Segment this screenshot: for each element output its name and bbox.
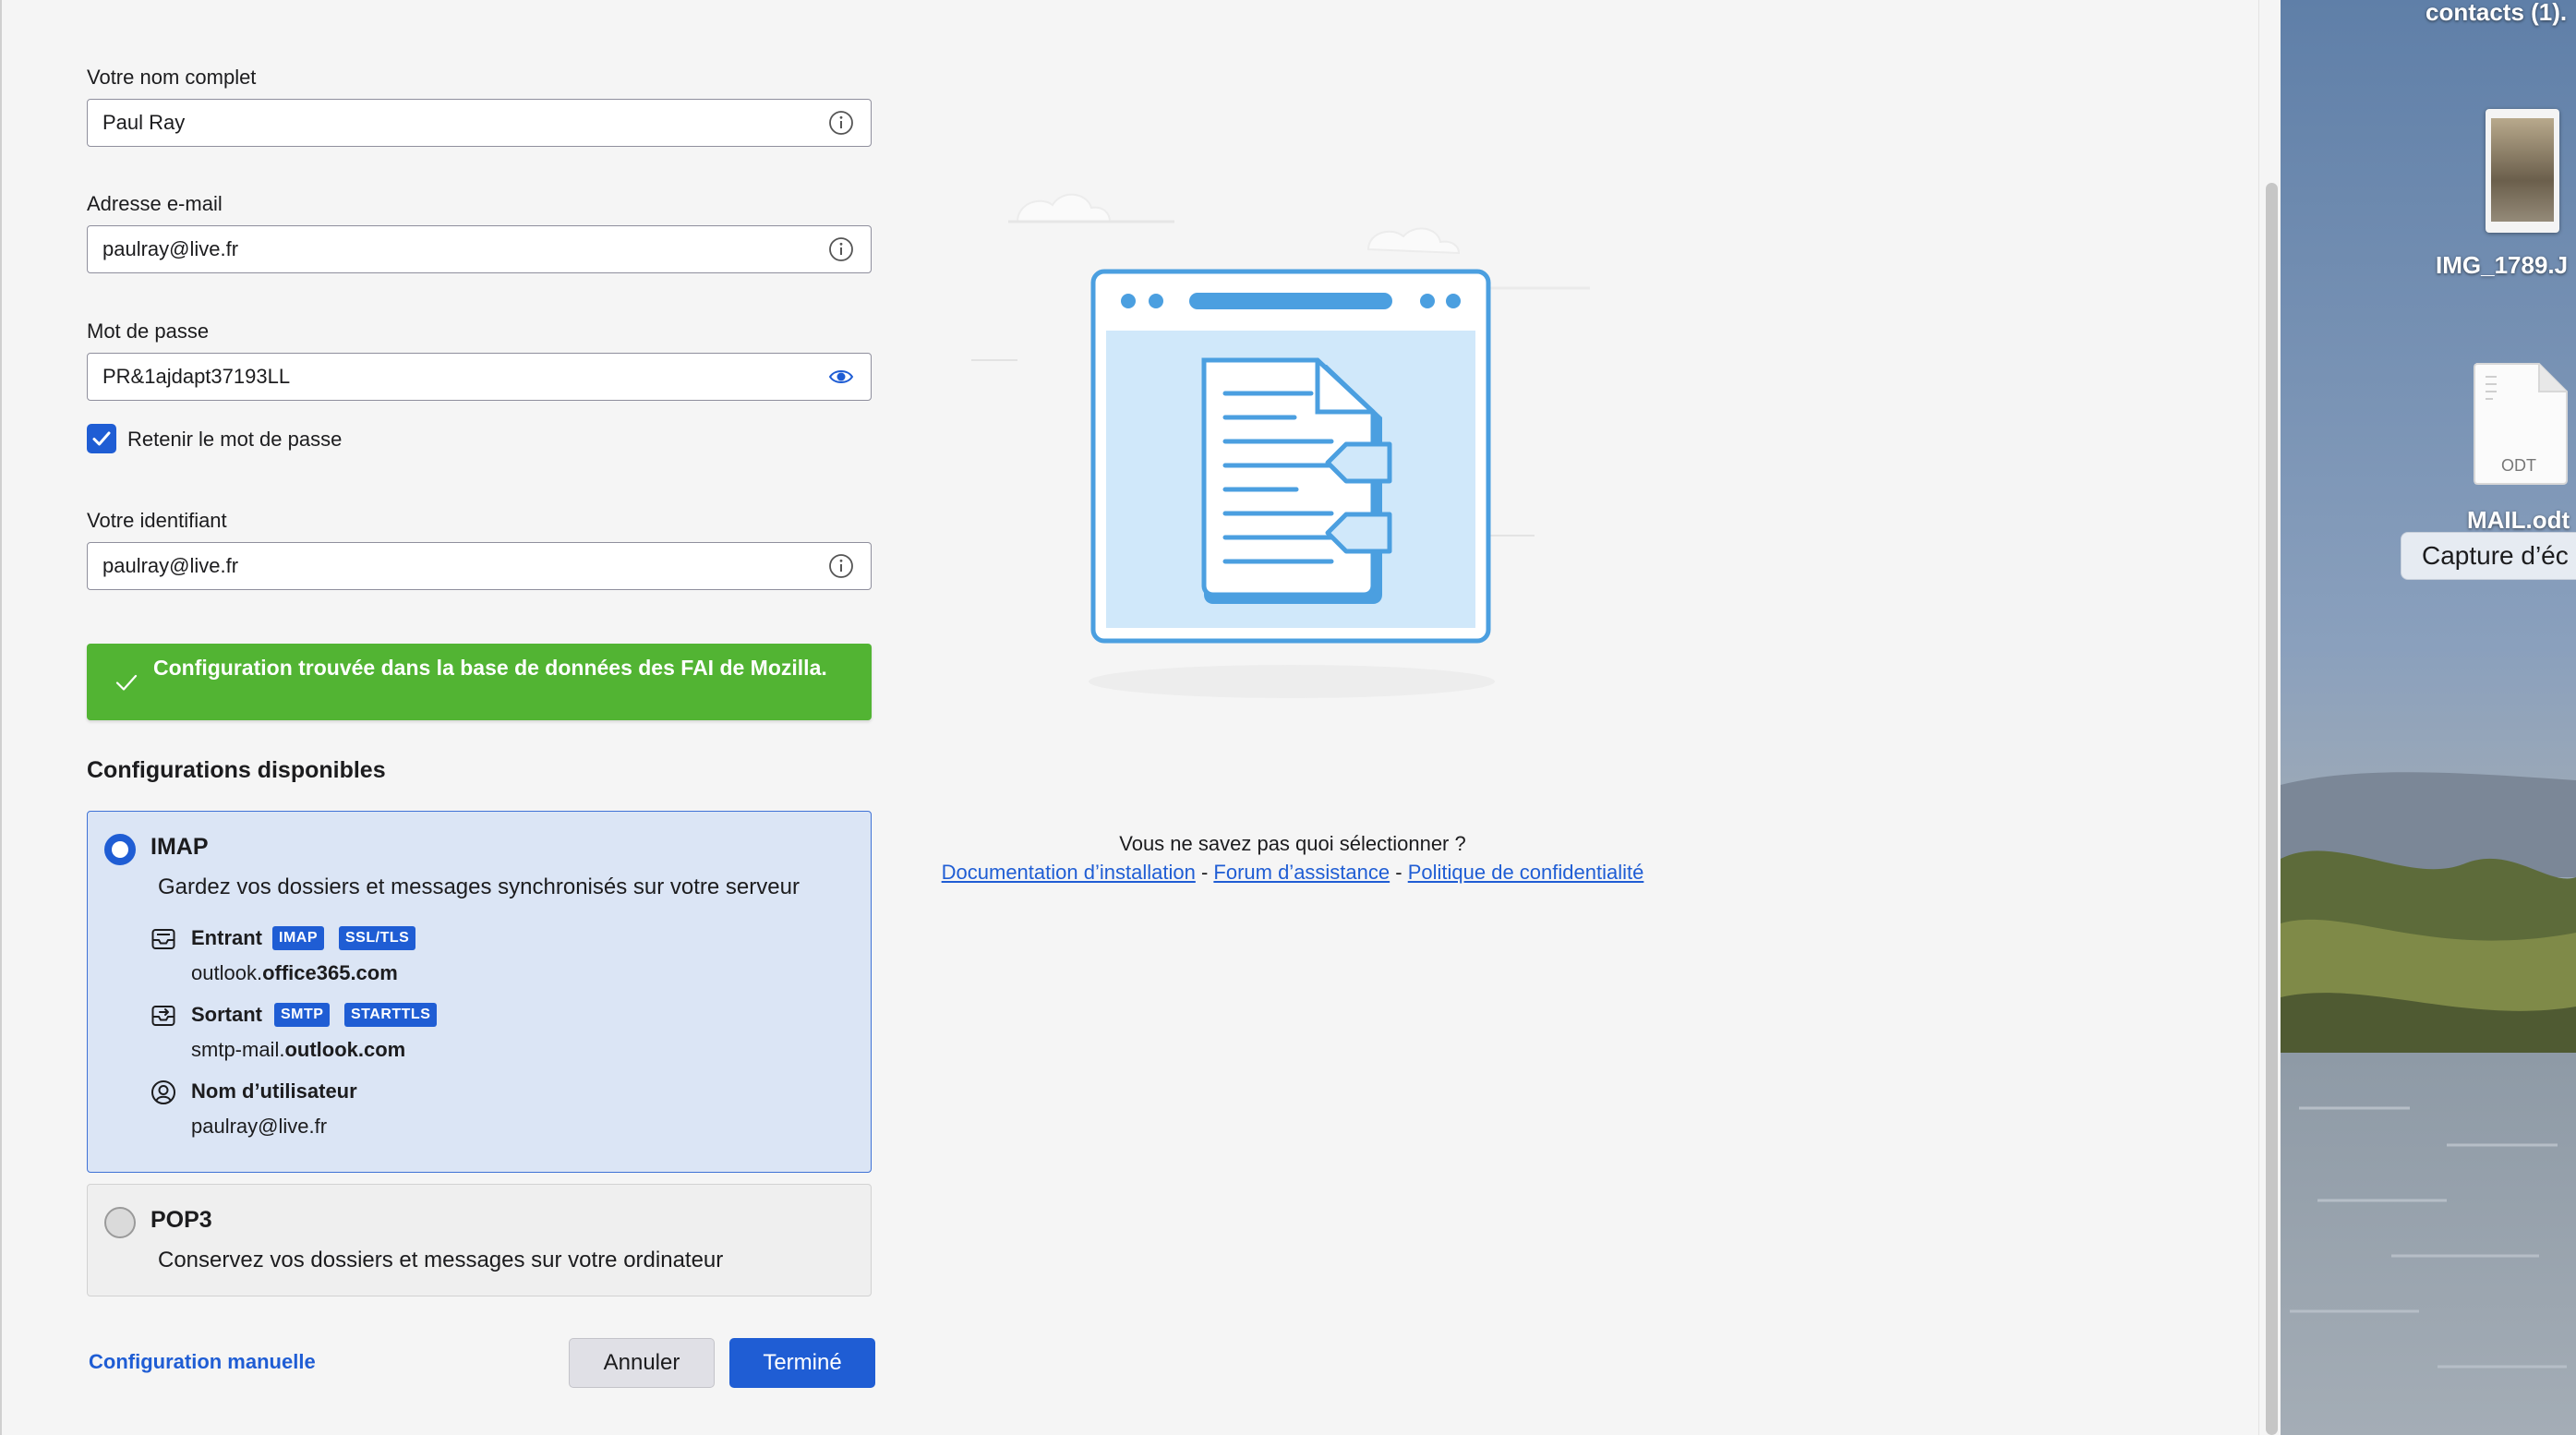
info-icon[interactable] <box>828 553 854 579</box>
username-label: Votre identifiant <box>87 509 227 532</box>
email-label: Adresse e-mail <box>87 192 223 215</box>
link-separator: - <box>1200 861 1209 884</box>
inbox-icon <box>151 929 175 949</box>
remember-password-label[interactable]: Retenir le mot de passe <box>127 428 342 452</box>
outgoing-label: Sortant <box>191 1003 262 1026</box>
fullname-field-box <box>87 99 872 147</box>
imap-radio[interactable] <box>104 834 136 865</box>
checkmark-icon <box>115 674 138 691</box>
pop3-description: Conservez vos dossiers et messages sur v… <box>158 1248 724 1272</box>
email-input[interactable] <box>88 226 808 271</box>
info-icon[interactable] <box>828 236 854 262</box>
done-button[interactable]: Terminé <box>729 1338 875 1388</box>
odt-type-label: ODT <box>2501 456 2536 475</box>
support-forum-link[interactable]: Forum d’assistance <box>1213 861 1390 884</box>
account-setup-window: Votre nom complet Adresse e-mail Mot de … <box>0 0 2282 1435</box>
eye-icon[interactable] <box>828 364 854 390</box>
help-question: Vous ne savez pas quoi sélectionner ? <box>1119 832 1466 855</box>
mail-file-label[interactable]: MAIL.odt <box>2467 506 2570 535</box>
username-config-label: Nom d’utilisateur <box>191 1079 357 1103</box>
incoming-server-row: Entrant IMAP SSL/TLS outlook.office365.c… <box>88 924 845 998</box>
password-field-box <box>87 353 872 401</box>
filename-tooltip: Capture d’éc <box>2401 532 2576 580</box>
email-field-box <box>87 225 872 273</box>
incoming-label: Entrant <box>191 926 262 949</box>
incoming-host: outlook.office365.com <box>191 961 398 984</box>
outgoing-security-badge: STARTTLS <box>344 1003 438 1027</box>
info-icon[interactable] <box>828 110 854 136</box>
fullname-label: Votre nom complet <box>87 66 257 89</box>
scrollbar[interactable] <box>2258 0 2282 1435</box>
scrollbar-thumb[interactable] <box>2266 183 2278 1435</box>
username-row: Nom d’utilisateur paulray@live.fr <box>88 1078 845 1152</box>
link-separator: - <box>1395 861 1402 884</box>
install-docs-link[interactable]: Documentation d’installation <box>942 861 1196 884</box>
manual-config-link[interactable]: Configuration manuelle <box>89 1350 316 1374</box>
config-found-notification: Configuration trouvée dans la base de do… <box>87 644 872 720</box>
user-icon <box>151 1080 175 1104</box>
fullname-input[interactable] <box>88 100 808 145</box>
remember-password-checkbox[interactable] <box>87 424 116 453</box>
pop3-title: POP3 <box>150 1207 212 1233</box>
outgoing-host: smtp-mail.outlook.com <box>191 1038 406 1061</box>
username-field-box <box>87 542 872 590</box>
imap-description: Gardez vos dossiers et messages synchron… <box>158 874 800 899</box>
outgoing-protocol-badge: SMTP <box>274 1003 331 1027</box>
incoming-security-badge: SSL/TLS <box>339 926 416 950</box>
contacts-file-label[interactable]: contacts (1). <box>2426 0 2567 27</box>
available-configs-title: Configurations disponibles <box>87 757 386 783</box>
password-input[interactable] <box>88 354 808 399</box>
incoming-protocol-badge: IMAP <box>272 926 324 950</box>
pop3-radio[interactable] <box>104 1207 136 1238</box>
img-file-icon[interactable] <box>2486 109 2559 233</box>
checkmark-icon <box>92 431 111 446</box>
privacy-policy-link[interactable]: Politique de confidentialité <box>1408 861 1644 884</box>
pop3-config-card[interactable]: POP3 Conservez vos dossiers et messages … <box>87 1184 872 1296</box>
password-label: Mot de passe <box>87 320 210 343</box>
outgoing-server-row: Sortant SMTP STARTTLS smtp-mail.outlook.… <box>88 1001 845 1075</box>
document-illustration <box>971 193 1590 698</box>
config-found-message: Configuration trouvée dans la base de do… <box>153 656 827 680</box>
img-file-label[interactable]: IMG_1789.J <box>2436 251 2568 280</box>
imap-title: IMAP <box>150 834 209 860</box>
help-links: Documentation d’installation - Forum d’a… <box>914 861 1671 885</box>
username-input[interactable] <box>88 543 808 588</box>
username-config-value: paulray@live.fr <box>191 1115 328 1138</box>
cancel-button[interactable]: Annuler <box>569 1338 715 1388</box>
outbox-icon <box>151 1006 175 1026</box>
desktop-background: contacts (1). IMG_1789.J ODT MAIL.odt Ca… <box>2281 0 2576 1435</box>
imap-config-card[interactable]: IMAP Gardez vos dossiers et messages syn… <box>87 811 872 1173</box>
